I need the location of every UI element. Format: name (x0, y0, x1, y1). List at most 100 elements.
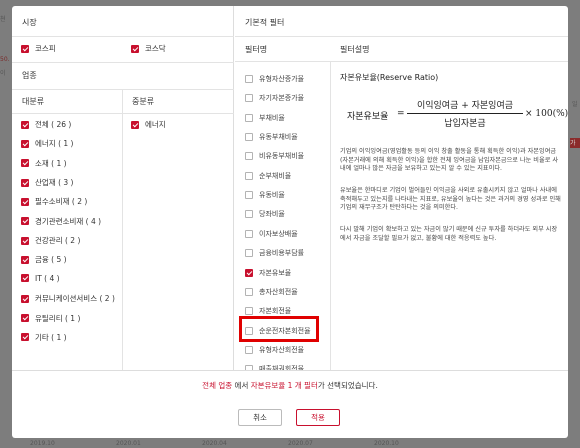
major-category-item[interactable]: 소재 ( 1 ) (21, 158, 67, 169)
bg-left-value: 50. (0, 56, 10, 63)
filter-item[interactable]: 자본유보율 (245, 268, 291, 278)
filter-name-header: 필터명 (245, 45, 268, 54)
major-category-item-label: IT ( 4 ) (35, 273, 60, 283)
checkbox-icon[interactable] (245, 113, 253, 122)
filter-item[interactable]: 총자산회전율 (245, 287, 298, 297)
checkbox-icon[interactable] (245, 345, 253, 354)
filter-item-label: 자본회전율 (259, 307, 292, 316)
checkbox-checked-icon[interactable] (21, 333, 29, 342)
checkbox-icon[interactable] (245, 133, 253, 142)
bg-right-label: 일 (572, 101, 578, 108)
filter-item-label: 유형자산증가율 (259, 75, 305, 83)
checkbox-icon[interactable] (245, 152, 253, 161)
filter-item[interactable]: 유형자산회전율 (245, 345, 304, 355)
major-category-item[interactable]: 커뮤니케이션서비스 ( 2 ) (21, 293, 115, 304)
checkbox-checked-icon[interactable] (21, 178, 29, 187)
status-text: 에서 (232, 381, 251, 390)
checkbox-icon[interactable] (245, 191, 253, 200)
checkbox-icon[interactable] (245, 94, 253, 103)
checkbox-checked-icon[interactable] (21, 159, 29, 168)
filter-item[interactable]: 유형자산증가율 (245, 74, 304, 84)
checkbox-icon[interactable] (245, 210, 253, 219)
checkbox-checked-icon[interactable] (21, 294, 29, 303)
bg-left-tab: 이 (0, 70, 6, 77)
filter-item[interactable]: 자기자본증가율 (245, 93, 304, 103)
filter-list[interactable]: 유형자산증가율자기자본증가율부채비율유동부채비율비유동부채비율순부채비율유동비율… (235, 62, 331, 370)
desc-paragraph: 유보율은 한마디로 기업이 벌어들인 이익금을 사외로 유출시키지 않고 얼마나… (340, 187, 561, 211)
industry-section-title: 업종 (22, 71, 37, 80)
checkbox-checked-icon[interactable] (21, 44, 29, 53)
basic-filter-panel: 기본적 필터 필터명 필터설명 유형자산증가율 자기자본증가율 부채비율 유동부채비율… (235, 6, 568, 370)
major-category-item[interactable]: 필수소비재 ( 2 ) (21, 196, 87, 207)
checkbox-icon[interactable] (245, 171, 253, 180)
checkbox-checked-icon[interactable] (21, 236, 29, 245)
filter-item[interactable]: 유동비율 (245, 190, 285, 200)
checkbox-icon[interactable] (245, 229, 253, 238)
divider (12, 36, 234, 37)
checkbox-icon[interactable] (245, 75, 253, 83)
reserve-ratio-formula: 자본유보율 = 이익잉여금 + 자본잉여금 납입자본금 × 100(%) (347, 98, 568, 132)
major-category-item-label: 경기관련소비재 ( 4 ) (35, 216, 102, 226)
filter-item-label: 부채비율 (259, 113, 285, 122)
market-industry-panel: 시장 코스피 코스닥 업종 대분류 중분류 전체 ( 26 ) 에너지 ( 1 )… (12, 6, 234, 370)
minor-category-item-label: 에너지 (145, 120, 166, 129)
major-category-item[interactable]: IT ( 4 ) (21, 274, 60, 283)
selected-filter-highlight (239, 316, 319, 342)
filter-item[interactable]: 이자보상배율 (245, 229, 298, 239)
minor-category-item[interactable]: 에너지 (131, 119, 166, 130)
major-category-item-label: 금융 ( 5 ) (35, 255, 67, 265)
major-category-item[interactable]: 산업재 ( 3 ) (21, 177, 73, 188)
filter-item[interactable]: 금융비용부담률 (245, 248, 304, 258)
divider (12, 62, 234, 63)
checkbox-checked-icon[interactable] (21, 139, 29, 148)
major-category-item-label: 건강관리 ( 2 ) (35, 236, 81, 246)
checkbox-checked-icon[interactable] (245, 268, 253, 277)
filter-item[interactable]: 유동부채비율 (245, 132, 298, 142)
major-category-item[interactable]: 건강관리 ( 2 ) (21, 235, 80, 246)
market-item-kosdaq[interactable]: 코스닥 (131, 43, 166, 54)
divider (235, 36, 568, 37)
bg-x-tick: 2020.07 (288, 440, 313, 447)
checkbox-checked-icon[interactable] (21, 217, 29, 226)
checkbox-icon[interactable] (245, 307, 253, 316)
divider (122, 90, 123, 370)
filter-item[interactable]: 비유동부채비율 (245, 151, 304, 161)
filter-item[interactable]: 부채비율 (245, 113, 285, 123)
major-category-item[interactable]: 기타 ( 1 ) (21, 332, 67, 343)
filter-item-label: 유형자산회전율 (259, 345, 305, 354)
checkbox-checked-icon[interactable] (131, 44, 139, 53)
filter-item[interactable]: 순부채비율 (245, 171, 291, 181)
filter-item-label: 이자보상배율 (259, 229, 298, 238)
checkbox-icon[interactable] (245, 287, 253, 296)
major-category-item[interactable]: 전체 ( 26 ) (21, 119, 71, 130)
cancel-button[interactable]: 취소 (238, 409, 282, 426)
filter-item-label: 비유동부채비율 (259, 152, 305, 161)
basic-filter-title: 기본적 필터 (245, 18, 285, 27)
checkbox-checked-icon[interactable] (21, 274, 29, 283)
checkbox-checked-icon[interactable] (131, 120, 139, 129)
checkbox-checked-icon[interactable] (21, 255, 29, 264)
checkbox-icon[interactable] (245, 249, 253, 258)
market-item-kospi[interactable]: 코스피 (21, 43, 56, 54)
checkbox-checked-icon[interactable] (21, 197, 29, 206)
market-item-label: 코스피 (35, 44, 56, 53)
filter-item[interactable]: 자본회전율 (245, 306, 291, 316)
major-category-item[interactable]: 금융 ( 5 ) (21, 254, 67, 265)
apply-button[interactable]: 적용 (296, 409, 340, 426)
checkbox-checked-icon[interactable] (21, 120, 29, 129)
bg-x-tick: 2020.10 (374, 440, 399, 447)
minor-category-header: 중분류 (132, 97, 155, 106)
bg-right-button: 가 (570, 138, 580, 148)
major-category-item-label: 소재 ( 1 ) (35, 158, 67, 168)
formula-lhs: 자본유보율 (347, 112, 389, 122)
major-category-item[interactable]: 유틸리티 ( 1 ) (21, 313, 80, 324)
major-category-item[interactable]: 경기관련소비재 ( 4 ) (21, 216, 101, 227)
bg-x-tick: 2019.10 (30, 440, 55, 447)
major-category-item[interactable]: 에너지 ( 1 ) (21, 138, 73, 149)
status-industry: 전체 업종 (202, 381, 233, 390)
major-category-item-label: 기타 ( 1 ) (35, 332, 67, 342)
filter-item-label: 자기자본증가율 (259, 94, 305, 103)
major-category-item-label: 유틸리티 ( 1 ) (35, 313, 81, 323)
checkbox-checked-icon[interactable] (21, 314, 29, 322)
filter-item[interactable]: 당좌비율 (245, 209, 285, 219)
